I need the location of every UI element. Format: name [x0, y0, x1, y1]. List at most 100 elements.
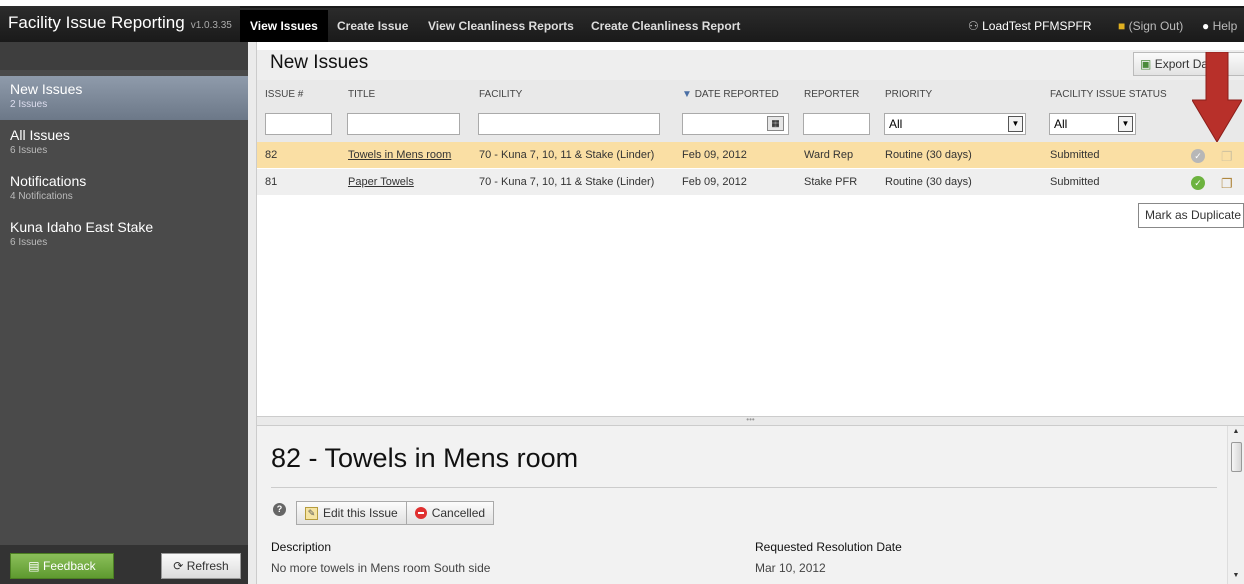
sort-desc-icon: ▼: [682, 89, 692, 100]
sidebar-item-all-issues[interactable]: All Issues 6 Issues: [0, 122, 248, 164]
red-arrow-annotation: [1192, 52, 1242, 142]
sign-out-text: (Sign Out): [1128, 19, 1184, 33]
resolution-date-value: Mar 10, 2012: [755, 561, 826, 575]
app-version: v1.0.3.35: [190, 20, 232, 31]
edit-issue-label: Edit this Issue: [323, 506, 398, 520]
col-facility[interactable]: FACILITY: [479, 89, 522, 100]
tooltip: Mark as Duplicate: [1138, 203, 1244, 228]
title-filter-input[interactable]: [347, 113, 460, 135]
main-panel: New Issues ▣ Export Data ISSUE # TITLE F…: [257, 42, 1244, 584]
top-nav-bar: Facility Issue Reporting v1.0.3.35 View I…: [0, 0, 1244, 42]
cell-facility: 70 - Kuna 7, 10, 11 & Stake (Linder): [479, 149, 655, 161]
cancelled-button[interactable]: Cancelled: [405, 502, 493, 524]
issue-filter-input[interactable]: [265, 113, 332, 135]
status-filter-value: All: [1054, 117, 1068, 131]
user-name: ⚇ LoadTest PFMSPFR: [968, 10, 1091, 42]
nav-border: [240, 6, 1244, 8]
feedback-icon: ▤: [28, 559, 40, 573]
grid-header: ISSUE # TITLE FACILITY ▼ DATE REPORTED R…: [257, 80, 1244, 107]
lock-icon: ■: [1118, 19, 1126, 33]
cell-date: Feb 09, 2012: [682, 149, 747, 161]
col-title[interactable]: TITLE: [348, 89, 375, 100]
description-value: No more towels in Mens room South side: [271, 561, 491, 575]
reporter-filter-input[interactable]: [803, 113, 870, 135]
page-title: New Issues: [270, 52, 369, 73]
col-date-reported[interactable]: ▼ DATE REPORTED: [682, 89, 779, 100]
col-reporter[interactable]: REPORTER: [804, 89, 859, 100]
refresh-button[interactable]: ⟳ Refresh: [161, 553, 241, 579]
col-priority[interactable]: PRIORITY: [885, 89, 932, 100]
cell-title[interactable]: Towels in Mens room: [348, 149, 451, 161]
sidebar-item-title: Notifications: [10, 173, 87, 189]
sidebar-item-title: All Issues: [10, 127, 70, 143]
app-title-text: Facility Issue Reporting: [8, 13, 185, 32]
filter-row: ▦ All ▼ All ▼: [257, 107, 1244, 142]
scroll-down-icon[interactable]: ▼: [1228, 572, 1244, 579]
cell-reporter: Ward Rep: [804, 149, 854, 161]
edit-issue-button[interactable]: ✎ Edit this Issue: [297, 502, 406, 524]
app-title: Facility Issue Reporting v1.0.3.35: [8, 13, 232, 33]
tab-view-cleanliness-reports[interactable]: View Cleanliness Reports: [418, 10, 584, 42]
chevron-down-icon: ▼: [1008, 116, 1023, 132]
cell-issue: 81: [265, 176, 278, 188]
detail-panel: 82 - Towels in Mens room ? ✎ Edit this I…: [257, 426, 1227, 584]
tab-view-issues[interactable]: View Issues: [240, 10, 328, 42]
sidebar-item-notifications[interactable]: Notifications 4 Notifications: [0, 168, 248, 210]
approve-icon[interactable]: ✓: [1191, 149, 1205, 163]
feedback-label: Feedback: [42, 559, 96, 573]
col-status[interactable]: FACILITY ISSUE STATUS: [1050, 89, 1167, 100]
resolution-date-label: Requested Resolution Date: [755, 540, 902, 554]
sidebar-item-sub: 4 Notifications: [10, 191, 73, 202]
detail-title: 82 - Towels in Mens room: [271, 443, 579, 473]
cell-issue: 82: [265, 149, 278, 161]
issue-title-link[interactable]: Paper Towels: [348, 176, 414, 188]
cell-status: Submitted: [1050, 149, 1100, 161]
help-icon[interactable]: ?: [273, 503, 286, 516]
sidebar-item-sub: 6 Issues: [10, 145, 48, 156]
facility-filter-input[interactable]: [478, 113, 660, 135]
priority-filter-value: All: [889, 117, 903, 131]
description-label: Description: [271, 540, 332, 554]
detail-scrollbar[interactable]: ▲ ▼: [1227, 426, 1244, 584]
tab-create-cleanliness-report[interactable]: Create Cleanliness Report: [581, 10, 750, 42]
sidebar-item-sub: 6 Issues: [10, 237, 48, 248]
chevron-down-icon: ▼: [1118, 116, 1133, 132]
cancel-icon: [414, 507, 427, 519]
sidebar-item-sub: 2 Issues: [10, 99, 48, 110]
scroll-up-icon[interactable]: ▲: [1228, 428, 1244, 435]
feedback-button[interactable]: ▤ Feedback: [10, 553, 114, 579]
status-filter-select[interactable]: All ▼: [1049, 113, 1136, 135]
help-circle-icon: ●: [1202, 19, 1210, 33]
priority-filter-select[interactable]: All ▼: [884, 113, 1026, 135]
refresh-icon: ⟳: [173, 559, 184, 573]
vertical-splitter[interactable]: [248, 42, 257, 584]
help-link[interactable]: ● Help: [1202, 10, 1237, 42]
cell-title[interactable]: Paper Towels: [348, 176, 414, 188]
sidebar-item-title: Kuna Idaho East Stake: [10, 219, 154, 235]
col-date-label: DATE REPORTED: [694, 89, 779, 100]
sign-out-link[interactable]: ■ (Sign Out): [1118, 10, 1183, 42]
scroll-thumb[interactable]: [1231, 442, 1242, 472]
table-row[interactable]: 82 Towels in Mens room 70 - Kuna 7, 10, …: [257, 142, 1244, 168]
sidebar-item-title: New Issues: [10, 81, 83, 97]
issue-title-link[interactable]: Towels in Mens room: [348, 149, 451, 161]
sidebar: New Issues 2 Issues All Issues 6 Issues …: [0, 42, 248, 584]
approve-icon[interactable]: ✓: [1191, 176, 1205, 190]
col-issue[interactable]: ISSUE #: [265, 89, 303, 100]
table-row[interactable]: 81 Paper Towels 70 - Kuna 7, 10, 11 & St…: [257, 169, 1244, 195]
user-icon: ⚇: [968, 19, 979, 33]
sidebar-footer: ▤ Feedback ⟳ Refresh: [0, 545, 248, 584]
duplicate-icon[interactable]: ❐: [1221, 149, 1235, 165]
export-icon: ▣: [1140, 57, 1152, 71]
duplicate-icon[interactable]: ❐: [1221, 176, 1235, 192]
user-name-text: LoadTest PFMSPFR: [982, 19, 1092, 33]
calendar-icon[interactable]: ▦: [767, 116, 784, 131]
sidebar-item-kuna-idaho-east-stake[interactable]: Kuna Idaho East Stake 6 Issues: [0, 214, 248, 256]
cell-date: Feb 09, 2012: [682, 176, 747, 188]
cancelled-label: Cancelled: [431, 506, 486, 520]
main-header: New Issues ▣ Export Data: [257, 50, 1244, 80]
sidebar-item-new-issues[interactable]: New Issues 2 Issues: [0, 76, 248, 120]
tab-create-issue[interactable]: Create Issue: [327, 10, 418, 42]
horizontal-splitter[interactable]: •••: [257, 416, 1244, 426]
cell-reporter: Stake PFR: [804, 176, 858, 188]
